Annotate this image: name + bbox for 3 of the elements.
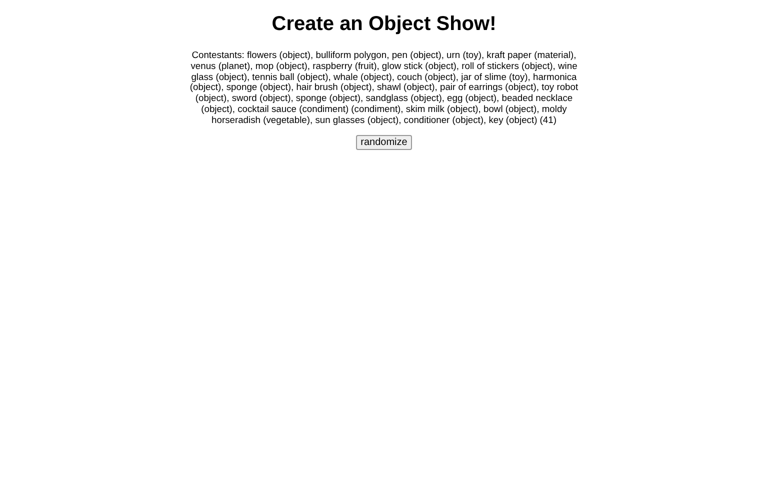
contestants-text: Contestants: flowers (object), bulliform polygon, pen (object), urn (toy), kraft paper (material), venus (planet), mop (object), raspberry (fruit), glow stick (object), roll of stickers (object), wine glass (object), tennis ball (object), whale (object), couch (object), jar of slime (toy), harmonica (object), sponge (object), hair brush (object), shawl (object), pair of earrings (object), toy robot (object), sword (object), sponge (object), sandglass (object), egg (object), beaded necklace (object), cocktail sauce (condiment) (condiment), skim milk (object), bowl (object), moldy horseradish (vegetable), sun glasses (object), conditioner (object), key (object) (41) xyxy=(188,50,580,126)
randomize-button[interactable]: randomize xyxy=(356,134,412,150)
page-title: Create an Object Show! xyxy=(272,12,496,36)
